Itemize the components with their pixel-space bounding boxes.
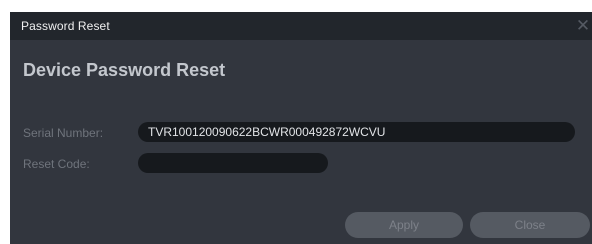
password-reset-dialog: Password Reset ✕ Device Password Reset S… bbox=[10, 12, 592, 244]
serial-number-label: Serial Number: bbox=[23, 126, 104, 140]
reset-code-input[interactable] bbox=[138, 153, 328, 173]
apply-button[interactable]: Apply bbox=[345, 212, 463, 238]
reset-code-label: Reset Code: bbox=[23, 157, 90, 171]
page-title: Device Password Reset bbox=[23, 60, 226, 80]
title-bar: Password Reset ✕ bbox=[10, 12, 592, 40]
close-icon[interactable]: ✕ bbox=[574, 17, 592, 35]
window-title: Password Reset bbox=[21, 19, 110, 33]
close-button[interactable]: Close bbox=[470, 212, 590, 238]
serial-number-field[interactable]: TVR100120090622BCWR000492872WCVU bbox=[138, 122, 575, 142]
